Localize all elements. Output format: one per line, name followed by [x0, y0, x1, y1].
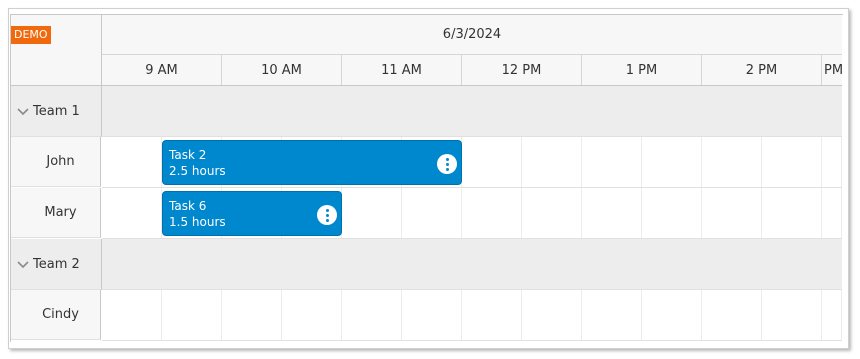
hour-11am: 11 AM — [342, 55, 462, 85]
group-team-2[interactable]: Team 2 — [11, 239, 102, 290]
resource-john: John — [11, 137, 101, 187]
header-corner: DEMO — [11, 15, 102, 86]
chevron-down-icon[interactable] — [15, 103, 31, 119]
hour-3pm-partial: PM — [822, 55, 843, 85]
scheduler: DEMO 6/3/2024 9 AM 10 AM 11 AM 12 PM 1 P… — [10, 14, 843, 342]
group-row-team-1 — [102, 86, 842, 137]
hour-header: 9 AM 10 AM 11 AM 12 PM 1 PM 2 PM PM — [102, 55, 843, 86]
group-row-team-2 — [102, 239, 842, 290]
event-duration: 1.5 hours — [169, 215, 226, 229]
date-header: 6/3/2024 — [102, 15, 842, 55]
hour-1pm: 1 PM — [582, 55, 702, 85]
resource-label: Cindy — [42, 307, 79, 322]
more-options-icon[interactable] — [437, 154, 457, 174]
resource-cindy: Cindy — [11, 290, 101, 340]
group-label: Team 1 — [33, 103, 80, 119]
event-title: Task 6 — [169, 199, 207, 213]
event-task-2[interactable]: Task 2 2.5 hours — [162, 140, 462, 185]
group-label: Team 2 — [33, 256, 80, 272]
event-task-6[interactable]: Task 6 1.5 hours — [162, 191, 342, 236]
chevron-down-icon[interactable] — [15, 256, 31, 272]
group-team-1[interactable]: Team 1 — [11, 86, 102, 137]
demo-badge: DEMO — [11, 26, 51, 44]
hour-9am: 9 AM — [102, 55, 222, 85]
row-cindy[interactable] — [102, 290, 842, 341]
resource-label: Mary — [44, 205, 77, 220]
more-options-icon[interactable] — [317, 205, 337, 225]
event-duration: 2.5 hours — [169, 164, 226, 178]
hour-2pm: 2 PM — [702, 55, 822, 85]
hour-12pm: 12 PM — [462, 55, 582, 85]
resource-label: John — [46, 154, 75, 169]
event-title: Task 2 — [169, 148, 207, 162]
resource-mary: Mary — [11, 188, 101, 238]
hour-10am: 10 AM — [222, 55, 342, 85]
